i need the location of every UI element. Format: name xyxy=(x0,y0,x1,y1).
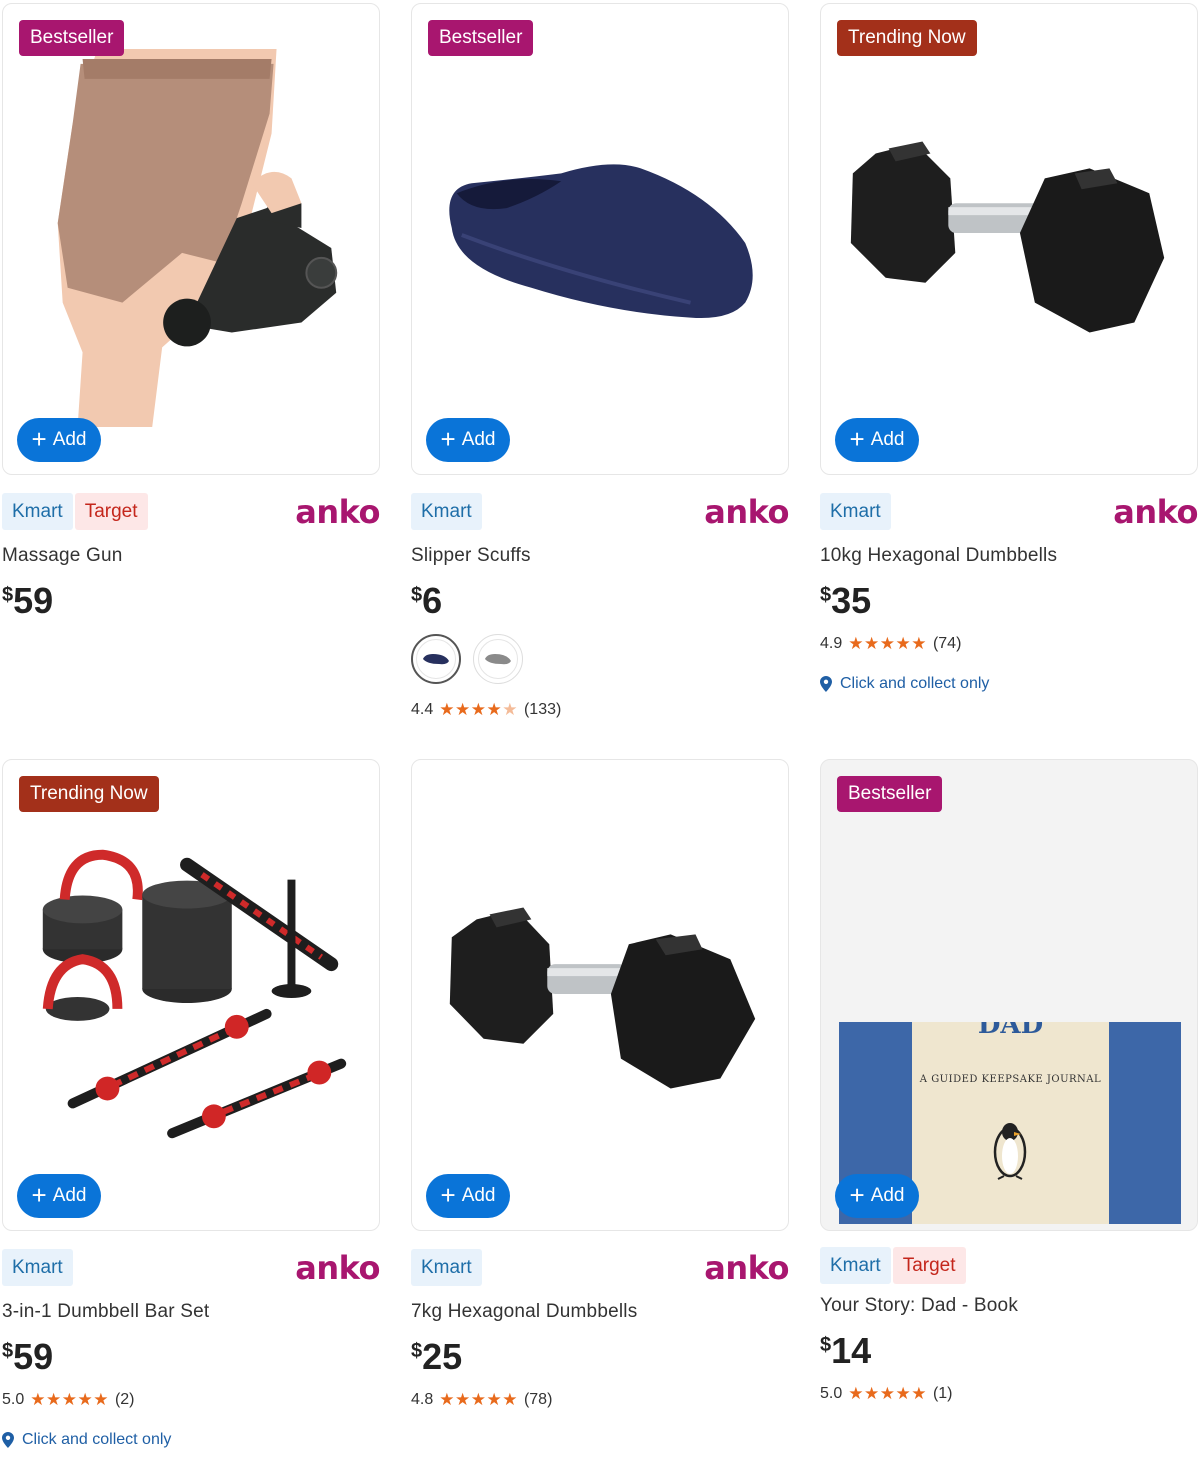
click-and-collect-notice: Click and collect only xyxy=(2,1431,380,1449)
plus-icon: + xyxy=(440,1180,456,1210)
retailer-row: Kmart Target xyxy=(820,1247,1198,1285)
plus-icon: + xyxy=(440,424,456,454)
rating-value: 5.0 xyxy=(820,1385,843,1402)
star-rating-icon: ★★★★★ xyxy=(30,1390,109,1409)
plus-icon: + xyxy=(31,424,47,454)
product-card[interactable]: Trending Now + Add Kmart anko 3-in-1 Dum… xyxy=(2,759,380,1449)
location-pin-icon xyxy=(820,676,832,692)
retailer-row: Kmart Target anko xyxy=(2,493,380,531)
product-image-container[interactable]: Bestseller DAD A GUIDED KEEPSAKE JOURNAL… xyxy=(820,759,1198,1231)
rating-value: 5.0 xyxy=(2,1391,25,1408)
product-image-container[interactable]: Bestseller + Add xyxy=(2,3,380,475)
dumbbell-image xyxy=(449,907,756,1089)
retailer-tag-kmart[interactable]: Kmart xyxy=(411,493,482,530)
rating-value: 4.8 xyxy=(411,1391,434,1408)
dumbbell-image xyxy=(850,141,1165,333)
rating-row[interactable]: 4.8 ★★★★★ (78) xyxy=(411,1389,789,1411)
product-price: $59 xyxy=(2,1336,54,1377)
trending-badge: Trending Now xyxy=(19,776,159,812)
retailer-row: Kmart anko xyxy=(411,1249,789,1287)
add-to-cart-button[interactable]: + Add xyxy=(835,418,919,462)
product-name[interactable]: 3-in-1 Dumbbell Bar Set xyxy=(2,1301,380,1323)
brand-logo[interactable]: anko xyxy=(704,493,789,531)
retailer-row: Kmart anko xyxy=(820,493,1198,531)
product-image-container[interactable]: Bestseller + Add xyxy=(411,3,789,475)
brand-logo[interactable]: anko xyxy=(1113,493,1198,531)
product-price: $25 xyxy=(411,1336,463,1377)
product-name[interactable]: Slipper Scuffs xyxy=(411,545,789,567)
product-price: $35 xyxy=(820,580,872,621)
plus-icon: + xyxy=(31,1180,47,1210)
add-to-cart-button[interactable]: + Add xyxy=(835,1174,919,1218)
brand-logo[interactable]: anko xyxy=(295,1249,380,1287)
plus-icon: + xyxy=(849,424,865,454)
click-and-collect-notice: Click and collect only xyxy=(820,675,1198,693)
brand-logo[interactable]: anko xyxy=(704,1249,789,1287)
product-price: $59 xyxy=(2,580,54,621)
retailer-tag-kmart[interactable]: Kmart xyxy=(2,493,73,530)
swatch-grey[interactable] xyxy=(473,634,523,684)
rating-value: 4.4 xyxy=(411,701,434,718)
product-price: $14 xyxy=(820,1330,872,1371)
rating-value: 4.9 xyxy=(820,635,843,652)
product-name[interactable]: 7kg Hexagonal Dumbbells xyxy=(411,1301,789,1323)
color-swatches xyxy=(411,633,789,685)
rating-row[interactable]: 5.0 ★★★★★ (1) xyxy=(820,1383,1198,1405)
add-to-cart-button[interactable]: + Add xyxy=(17,1174,101,1218)
retailer-tag-kmart[interactable]: Kmart xyxy=(820,493,891,530)
dumbbell-bar-set-image xyxy=(42,849,347,1139)
product-name[interactable]: Your Story: Dad - Book xyxy=(820,1295,1198,1317)
review-count: (74) xyxy=(932,635,962,652)
product-name[interactable]: 10kg Hexagonal Dumbbells xyxy=(820,545,1198,567)
product-card[interactable]: + Add Kmart anko 7kg Hexagonal Dumbbells… xyxy=(411,759,789,1411)
rating-row[interactable]: 5.0 ★★★★★ (2) xyxy=(2,1389,380,1411)
retailer-tag-target[interactable]: Target xyxy=(74,493,148,530)
retailer-tag-target[interactable]: Target xyxy=(892,1247,966,1284)
product-card[interactable]: Trending Now + Add Kmart anko 10kg Hexag… xyxy=(820,3,1198,693)
product-image-container[interactable]: Trending Now + Add xyxy=(820,3,1198,475)
massage-gun-image xyxy=(57,49,338,427)
bestseller-badge: Bestseller xyxy=(19,20,125,56)
review-count: (133) xyxy=(523,701,562,718)
retailer-tag-kmart[interactable]: Kmart xyxy=(411,1249,482,1286)
trending-badge: Trending Now xyxy=(837,20,977,56)
bestseller-badge: Bestseller xyxy=(837,776,943,812)
product-card[interactable]: Bestseller + Add Kmart anko Slipper Scuf… xyxy=(411,3,789,721)
penguin-logo xyxy=(993,1123,1027,1180)
product-card[interactable]: Bestseller + Add Kmart Target anko Massag… xyxy=(2,3,380,619)
add-to-cart-button[interactable]: + Add xyxy=(17,418,101,462)
star-rating-icon: ★★★★★ xyxy=(439,1390,518,1409)
rating-row[interactable]: 4.9 ★★★★★ (74) xyxy=(820,633,1198,655)
book-cover-subtitle: A GUIDED KEEPSAKE JOURNAL xyxy=(919,1074,1102,1085)
product-card[interactable]: Bestseller DAD A GUIDED KEEPSAKE JOURNAL… xyxy=(820,759,1198,1405)
review-count: (78) xyxy=(523,1391,553,1408)
plus-icon: + xyxy=(849,1180,865,1210)
rating-row[interactable]: 4.4 ★★★★★ (133) xyxy=(411,699,789,721)
swatch-navy[interactable] xyxy=(411,634,461,684)
add-to-cart-button[interactable]: + Add xyxy=(426,418,510,462)
product-image-container[interactable]: Trending Now + Add xyxy=(2,759,380,1231)
location-pin-icon xyxy=(2,1432,14,1448)
retailer-tag-kmart[interactable]: Kmart xyxy=(2,1249,73,1286)
bestseller-badge: Bestseller xyxy=(428,20,534,56)
product-name[interactable]: Massage Gun xyxy=(2,545,380,567)
product-image-container[interactable]: + Add xyxy=(411,759,789,1231)
review-count: (1) xyxy=(932,1385,953,1402)
book-cover-title: DAD xyxy=(977,1022,1044,1040)
star-rating-icon: ★★★★★ xyxy=(848,634,927,653)
product-price: $6 xyxy=(411,580,443,621)
slipper-image xyxy=(449,164,753,319)
star-rating-icon: ★★★★★ xyxy=(848,1384,927,1403)
retailer-tag-kmart[interactable]: Kmart xyxy=(820,1247,891,1284)
brand-logo[interactable]: anko xyxy=(295,493,380,531)
retailer-row: Kmart anko xyxy=(411,493,789,531)
retailer-row: Kmart anko xyxy=(2,1249,380,1287)
star-rating-icon: ★★★★★ xyxy=(439,700,518,719)
review-count: (2) xyxy=(114,1391,135,1408)
add-to-cart-button[interactable]: + Add xyxy=(426,1174,510,1218)
